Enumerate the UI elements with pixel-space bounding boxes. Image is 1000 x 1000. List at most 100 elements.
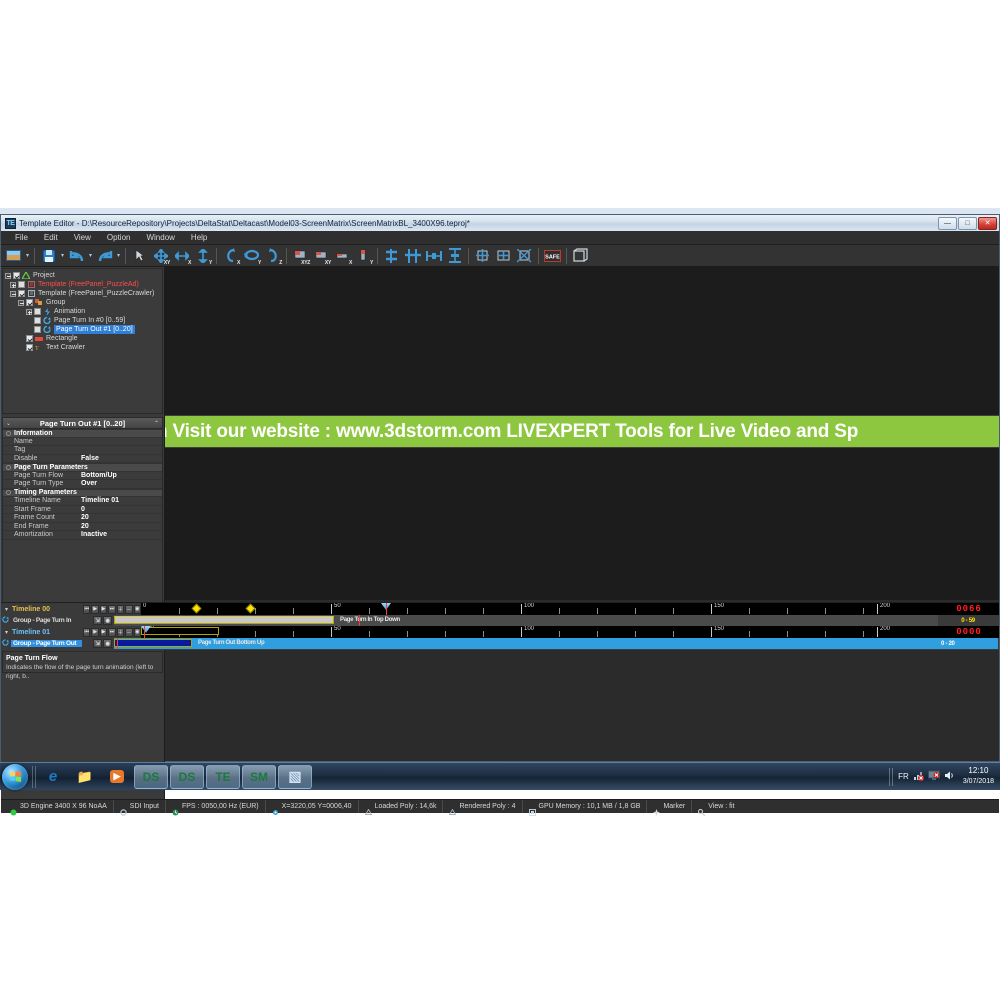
property-value[interactable]: Bottom/Up <box>81 472 162 479</box>
zoom-in-button[interactable]: ＋ <box>116 604 125 614</box>
zoom-out-button[interactable]: － <box>125 627 133 637</box>
go-end-button[interactable]: ⏭ <box>108 604 116 614</box>
move-x-icon[interactable]: X <box>171 246 192 266</box>
expander-icon[interactable] <box>10 281 16 288</box>
go-end-button[interactable]: ⏭ <box>108 627 116 637</box>
timeline-01-ruler[interactable]: 0 50 100 150 <box>141 626 939 638</box>
clip-expand-button[interactable]: ⇲ <box>93 616 102 625</box>
visibility-checkbox[interactable] <box>26 335 33 342</box>
menu-file[interactable]: File <box>7 231 36 244</box>
select-cursor-icon[interactable] <box>129 246 150 266</box>
visibility-checkbox[interactable] <box>34 326 41 333</box>
safe-area-icon[interactable]: SAFE <box>542 246 563 266</box>
property-value[interactable]: Inactive <box>81 531 162 538</box>
align-vertical-icon[interactable] <box>381 246 402 266</box>
visibility-checkbox[interactable] <box>13 272 20 279</box>
group-toggle-icon[interactable] <box>6 430 11 436</box>
tree-item-rectangle[interactable]: Rectangle <box>26 334 162 343</box>
taskbar-media-player[interactable]: ▶ <box>102 765 132 789</box>
fit-box-icon[interactable] <box>493 246 514 266</box>
taskbar-grip[interactable] <box>32 765 37 788</box>
go-start-button[interactable]: ⏮ <box>83 604 91 614</box>
start-button[interactable] <box>2 763 28 790</box>
group-toggle-icon[interactable] <box>6 490 11 496</box>
visibility-checkbox[interactable] <box>26 299 33 306</box>
visibility-checkbox[interactable] <box>34 308 41 315</box>
timeline-01-transport[interactable]: ⏮ ▶ ▶ ⏭ ＋ － ◉ <box>83 626 141 638</box>
maximize-button[interactable]: □ <box>958 216 977 230</box>
chevron-up-icon[interactable]: ⌃ <box>151 420 162 427</box>
tree-item-page-turn-out[interactable]: Page Turn Out #1 [0..20] <box>34 325 162 334</box>
render-dropdown-caret[interactable]: ▾ <box>24 252 31 259</box>
property-row-end-frame[interactable]: End Frame 20 <box>3 523 162 531</box>
move-y-icon[interactable]: Y <box>192 246 213 266</box>
taskbar-file-explorer[interactable]: 📁 <box>70 765 100 789</box>
visibility-checkbox[interactable] <box>18 281 25 288</box>
align-horizontal-icon[interactable] <box>402 246 423 266</box>
property-row-frame-count[interactable]: Frame Count 20 <box>3 514 162 523</box>
tree-item-text-crawler[interactable]: T Text Crawler <box>26 343 162 352</box>
property-group-timing-parameters[interactable]: Timing Parameters <box>3 488 162 497</box>
timeline-01-name-area[interactable]: ▾ Timeline 01 <box>1 626 83 638</box>
close-button[interactable]: ✕ <box>978 216 997 230</box>
taskbar-template-editor[interactable]: TE <box>206 764 240 789</box>
scale-x-icon[interactable]: X <box>332 246 353 266</box>
property-value[interactable]: Timeline 01 <box>81 497 162 504</box>
zoom-out-button[interactable]: － <box>125 604 133 614</box>
language-indicator[interactable]: FR <box>898 772 909 781</box>
scale-xy-icon[interactable]: XY <box>311 246 332 266</box>
clip-bar[interactable] <box>114 616 334 624</box>
property-value[interactable]: 20 <box>81 514 162 521</box>
tree-item-page-turn-in[interactable]: Page Turn In #0 [0..59] <box>34 316 162 325</box>
expander-icon[interactable] <box>18 299 24 306</box>
preview-viewport[interactable]: ction Visit our website : www.3dstorm.co… <box>165 267 999 600</box>
property-row-timeline-name[interactable]: Timeline Name Timeline 01 <box>3 497 162 506</box>
expander-icon[interactable] <box>10 290 16 297</box>
tree-item-project[interactable]: Project <box>5 271 162 280</box>
timeline-01-clip-track[interactable]: Page Turn Out Bottom Up <box>114 638 938 649</box>
play-loop-button[interactable]: ▶ <box>99 627 108 637</box>
timeline-00-name-area[interactable]: ▾ Timeline 00 <box>1 603 83 615</box>
property-row-name[interactable]: Name <box>3 438 162 446</box>
redo-dropdown-caret[interactable]: ▾ <box>115 252 122 259</box>
chevron-down-icon[interactable]: ⌄ <box>3 420 14 427</box>
timeline-track-00-header[interactable]: ▾ Timeline 00 ⏮ ▶ ▶ ⏭ ＋ － ◉ 0 50 100 150… <box>1 603 999 615</box>
timeline-01-clip-name-area[interactable]: Group - Page Turn Out <box>0 638 82 649</box>
timeline-00-clip-buttons[interactable]: ⇲ ◉ <box>82 615 114 626</box>
center-box-icon[interactable] <box>472 246 493 266</box>
zoom-in-button[interactable]: ＋ <box>116 627 125 637</box>
menu-help[interactable]: Help <box>183 231 215 244</box>
bounding-box-icon[interactable] <box>570 246 591 266</box>
distribute-horizontal-icon[interactable] <box>423 246 444 266</box>
property-row-start-frame[interactable]: Start Frame 0 <box>3 506 162 514</box>
clip-bar[interactable] <box>114 639 192 647</box>
play-button[interactable]: ▶ <box>91 627 99 637</box>
timeline-00-ruler[interactable]: 0 50 100 150 200 <box>141 603 939 615</box>
tree-item-animation[interactable]: Animation <box>26 307 162 316</box>
timeline-00-frame-counter[interactable]: 0066 <box>939 603 999 615</box>
property-row-page-turn-flow[interactable]: Page Turn Flow Bottom/Up <box>3 472 162 480</box>
menu-window[interactable]: Window <box>138 231 182 244</box>
scale-y-icon[interactable]: Y <box>353 246 374 266</box>
tree-item-group[interactable]: Group <box>18 298 162 307</box>
tray-grip[interactable] <box>889 767 895 786</box>
expander-icon[interactable] <box>5 272 11 279</box>
menu-view[interactable]: View <box>66 231 99 244</box>
taskbar-datastream-2[interactable]: DS <box>170 764 204 789</box>
visibility-checkbox[interactable] <box>26 344 33 351</box>
tray-network-icon[interactable] <box>913 768 924 786</box>
keyframe-marker[interactable] <box>191 603 202 614</box>
property-value[interactable]: 20 <box>81 523 162 530</box>
group-toggle-icon[interactable] <box>6 464 11 470</box>
tree-item-template-puzzlead[interactable]: Template (FreePanel_PuzzleAd) <box>10 280 162 289</box>
menu-option[interactable]: Option <box>99 231 139 244</box>
go-start-button[interactable]: ⏮ <box>83 627 91 637</box>
rotate-y-icon[interactable]: Y <box>241 246 262 266</box>
timeline-track-00-clip-row[interactable]: Group - Page Turn In ⇲ ◉ Page Turn In To… <box>0 615 998 626</box>
taskbar-clock[interactable]: 12:10 3/07/2018 <box>959 766 994 787</box>
tray-display-icon[interactable] <box>927 768 940 786</box>
timeline-00-clip-track[interactable]: Page Turn In Top Down <box>114 615 938 626</box>
minimize-button[interactable]: — <box>938 216 957 230</box>
property-value[interactable]: 0 <box>81 506 162 513</box>
undo-icon[interactable] <box>66 246 87 266</box>
